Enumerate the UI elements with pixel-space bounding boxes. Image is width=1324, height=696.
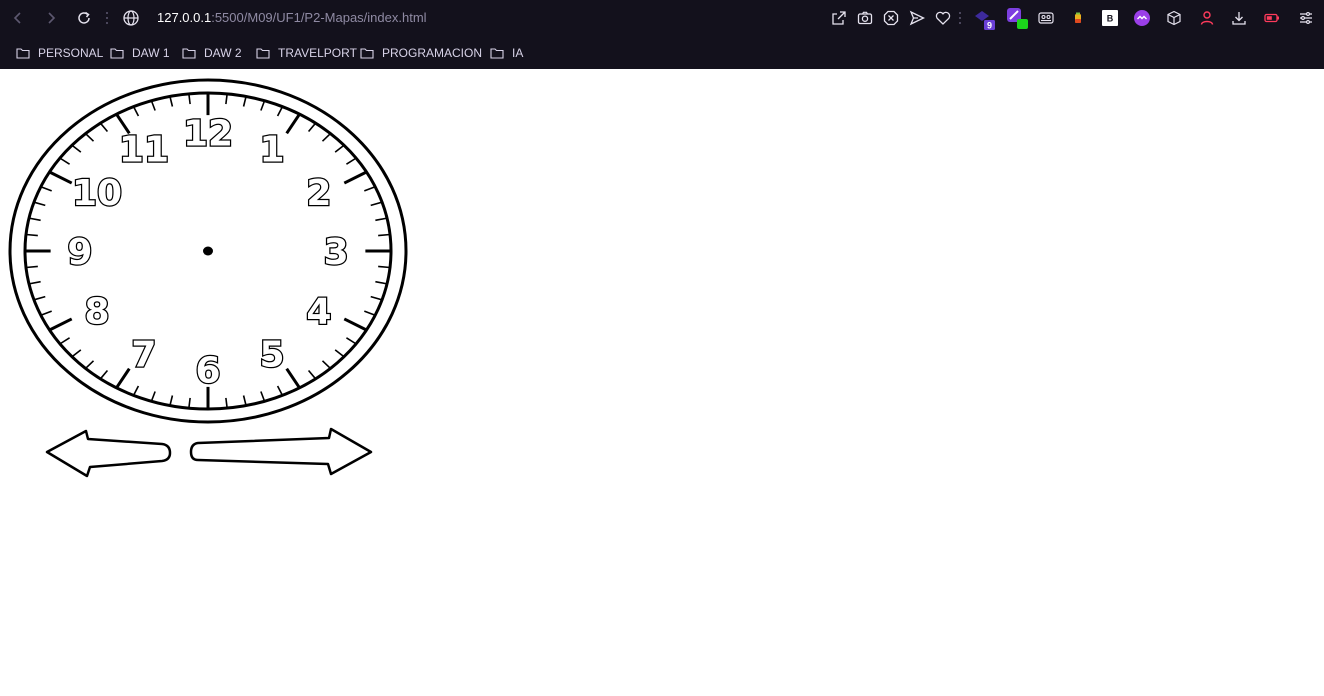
bookmark-label: IA bbox=[512, 46, 524, 60]
bookmark-folder-ia[interactable]: IA bbox=[490, 44, 523, 62]
browser-chrome: 127.0.0.1:5500/M09/UF1/P2-Mapas/index.ht… bbox=[0, 0, 1324, 69]
folder-icon bbox=[16, 48, 30, 59]
bookmark-folder-programacion[interactable]: PROGRAMACION bbox=[360, 44, 482, 62]
separator-dots-icon bbox=[959, 12, 961, 24]
url-host: 127.0.0.1 bbox=[157, 10, 212, 25]
folder-icon bbox=[360, 48, 374, 59]
bookmark-folder-daw1[interactable]: DAW 1 bbox=[110, 44, 170, 62]
profile-icon[interactable] bbox=[1198, 9, 1216, 27]
clock-numeral: 9 bbox=[67, 232, 92, 273]
clock-numeral: 7 bbox=[131, 335, 156, 376]
folder-icon bbox=[182, 48, 196, 59]
bookmark-folder-travelport[interactable]: TRAVELPORT bbox=[256, 44, 357, 62]
extension-icon[interactable]: 9 bbox=[972, 6, 996, 30]
share-icon[interactable] bbox=[830, 9, 848, 27]
extension-icon[interactable] bbox=[1037, 9, 1055, 27]
extension-letter: B bbox=[1107, 14, 1114, 24]
more-dots-icon bbox=[106, 12, 108, 24]
clock-minute-tick bbox=[25, 233, 38, 237]
extension-badge: 9 bbox=[987, 21, 992, 31]
folder-icon bbox=[256, 48, 270, 59]
address-bar[interactable]: 127.0.0.1:5500/M09/UF1/P2-Mapas/index.ht… bbox=[157, 10, 427, 26]
bookmark-label: PERSONAL bbox=[38, 46, 104, 60]
settings-icon[interactable] bbox=[1297, 9, 1315, 27]
clock-minute-tick bbox=[378, 233, 391, 237]
clock-numeral: 10 bbox=[72, 173, 122, 214]
bookmark-label: TRAVELPORT bbox=[278, 46, 357, 60]
bookmark-label: PROGRAMACION bbox=[382, 46, 483, 60]
clock-face: 12 12 3 45678 9 1011 bbox=[8, 78, 408, 424]
clock-minute-tick bbox=[378, 265, 391, 269]
reload-icon[interactable] bbox=[74, 8, 94, 28]
folder-icon bbox=[110, 48, 124, 59]
url-path: :5500/M09/UF1/P2-Mapas/index.html bbox=[211, 10, 427, 25]
box-icon[interactable] bbox=[1165, 9, 1183, 27]
clock-center-dot bbox=[203, 246, 213, 256]
clock-numeral: 3 bbox=[324, 232, 349, 273]
clock-numeral: 1 bbox=[260, 129, 285, 170]
extension-icon[interactable] bbox=[1005, 6, 1029, 30]
heart-icon[interactable] bbox=[934, 9, 952, 27]
bookmark-label: DAW 1 bbox=[132, 46, 170, 60]
browser-toolbar: 127.0.0.1:5500/M09/UF1/P2-Mapas/index.ht… bbox=[0, 0, 1324, 36]
extension-icon[interactable]: B bbox=[1101, 9, 1119, 27]
globe-icon[interactable] bbox=[122, 9, 140, 27]
bookmark-label: DAW 2 bbox=[204, 46, 242, 60]
clock-numeral: 12 bbox=[183, 114, 233, 155]
bookmarks-bar: PERSONAL DAW 1 DAW 2 TRAVELPORT PROGRAMA… bbox=[0, 36, 1324, 69]
clock-numeral: 4 bbox=[306, 291, 331, 332]
adblock-icon[interactable] bbox=[882, 9, 900, 27]
clock-numeral: 6 bbox=[195, 351, 220, 392]
arrow-right-icon[interactable] bbox=[188, 427, 376, 477]
clock-minute-tick bbox=[25, 265, 38, 269]
bookmark-folder-personal[interactable]: PERSONAL bbox=[16, 44, 103, 62]
forward-icon[interactable] bbox=[41, 8, 61, 28]
clock-numeral: 8 bbox=[85, 291, 110, 332]
clock-numeral: 11 bbox=[119, 129, 169, 170]
bookmark-folder-daw2[interactable]: DAW 2 bbox=[182, 44, 242, 62]
camera-icon[interactable] bbox=[856, 9, 874, 27]
page-content: 12 1 2 3 4 5 6 7 8 9 10 11 bbox=[0, 69, 1324, 696]
extension-icon[interactable] bbox=[1069, 9, 1087, 27]
download-icon[interactable] bbox=[1230, 9, 1248, 27]
clock-numeral: 5 bbox=[260, 335, 285, 376]
clock-numeral: 2 bbox=[306, 173, 331, 214]
folder-icon bbox=[490, 48, 504, 59]
battery-icon[interactable] bbox=[1263, 9, 1281, 27]
arrow-left-icon[interactable] bbox=[44, 429, 174, 479]
send-icon[interactable] bbox=[908, 9, 926, 27]
extension-icon[interactable] bbox=[1133, 9, 1151, 27]
back-icon[interactable] bbox=[8, 8, 28, 28]
